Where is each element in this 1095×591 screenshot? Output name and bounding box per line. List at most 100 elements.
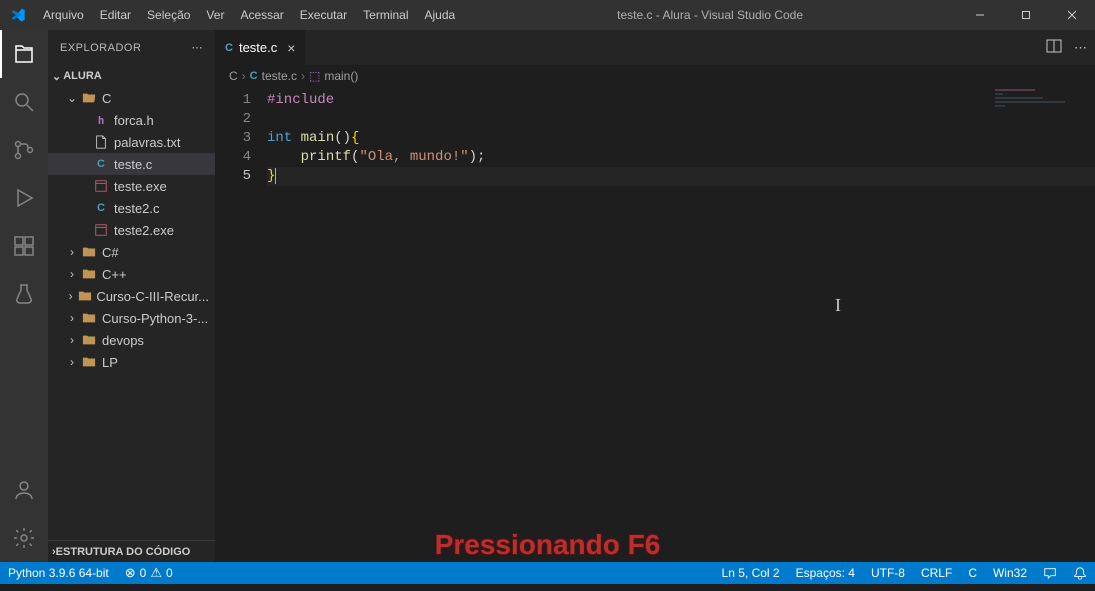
tree-file[interactable]: Cteste2.c [48, 197, 215, 219]
tab-teste-c[interactable]: C teste.c × [215, 30, 306, 65]
exe-file-icon [92, 223, 110, 237]
tree-item-label: devops [102, 333, 144, 348]
tree-item-label: teste2.exe [114, 223, 174, 238]
code-line[interactable]: #include [267, 91, 1095, 110]
activity-run-debug-icon[interactable] [0, 174, 48, 222]
explorer-label: EXPLORADOR [60, 42, 141, 54]
method-icon: ⬚ [309, 69, 320, 83]
text-file-icon [92, 135, 110, 149]
status-bar: Python 3.9.6 64-bit ⊗0 ⚠0 Ln 5, Col 2 Es… [0, 562, 1095, 584]
status-encoding[interactable]: UTF-8 [863, 562, 913, 584]
c-file-icon: C [250, 70, 258, 82]
minimap[interactable] [991, 87, 1081, 147]
status-python[interactable]: Python 3.9.6 64-bit [0, 562, 117, 584]
exe-file-icon [92, 179, 110, 193]
activity-bar [0, 30, 48, 562]
chevron-down-icon: ⌄ [52, 70, 61, 83]
activity-settings-icon[interactable] [0, 514, 48, 562]
code-line[interactable]: } [267, 167, 1095, 186]
vscode-icon [0, 7, 35, 23]
menu-ajuda[interactable]: Ajuda [417, 0, 464, 30]
status-feedback-icon[interactable] [1035, 562, 1065, 584]
more-actions-icon[interactable]: ⋯ [1074, 40, 1087, 56]
error-icon: ⊗ [125, 565, 136, 581]
split-editor-icon[interactable] [1046, 38, 1062, 57]
tree-item-label: teste.exe [114, 179, 167, 194]
tree-item-label: Curso-Python-3-... [102, 311, 208, 326]
status-notifications-icon[interactable] [1065, 562, 1095, 584]
tree-item-label: C++ [102, 267, 127, 282]
editor-body[interactable]: 12345 #include int main(){ printf("Ola, … [215, 87, 1095, 562]
menu-arquivo[interactable]: Arquivo [35, 0, 92, 30]
status-eol[interactable]: CRLF [913, 562, 960, 584]
status-language[interactable]: C [960, 562, 985, 584]
activity-source-control-icon[interactable] [0, 126, 48, 174]
c-file-icon: C [92, 158, 110, 170]
tree-folder[interactable]: ›devops [48, 329, 215, 351]
breadcrumb-file[interactable]: Cteste.c [250, 69, 297, 83]
code-content[interactable]: #include int main(){ printf("Ola, mundo!… [267, 87, 1095, 562]
status-problems[interactable]: ⊗0 ⚠0 [117, 562, 181, 584]
sidebar-more-icon[interactable]: ⋯ [192, 41, 204, 54]
tree-file[interactable]: hforca.h [48, 109, 215, 131]
status-cursor-position[interactable]: Ln 5, Col 2 [714, 562, 788, 584]
minimize-button[interactable] [957, 0, 1003, 30]
breadcrumbs[interactable]: C › Cteste.c › ⬚main() [215, 65, 1095, 87]
activity-testing-icon[interactable] [0, 270, 48, 318]
folder-open-icon [80, 91, 98, 105]
tree-folder[interactable]: ›C++ [48, 263, 215, 285]
tree-file[interactable]: teste2.exe [48, 219, 215, 241]
workspace-name: ALURA [63, 70, 102, 82]
code-line[interactable]: printf("Ola, mundo!"); [267, 148, 1095, 167]
tree-file[interactable]: Cteste.c [48, 153, 215, 175]
menu-acessar[interactable]: Acessar [232, 0, 291, 30]
window-controls [957, 0, 1095, 30]
tree-folder[interactable]: ›C# [48, 241, 215, 263]
tree-item-label: palavras.txt [114, 135, 180, 150]
folder-icon [80, 267, 98, 281]
code-line[interactable]: int main(){ [267, 129, 1095, 148]
code-line[interactable] [267, 110, 1095, 129]
tree-folder[interactable]: › Curso-Python-3-... [48, 307, 215, 329]
menu-executar[interactable]: Executar [292, 0, 355, 30]
tree-item-label: C [102, 91, 111, 106]
menu-bar: Arquivo Editar Seleção Ver Acessar Execu… [35, 0, 463, 30]
tree-item-label: LP [102, 355, 118, 370]
title-bar: Arquivo Editar Seleção Ver Acessar Execu… [0, 0, 1095, 30]
chevron-right-icon: › [64, 355, 80, 369]
tree-file[interactable]: palavras.txt [48, 131, 215, 153]
editor-group: C teste.c × ⋯ C › Cteste.c › ⬚main() 123… [215, 30, 1095, 562]
outline-header[interactable]: › ESTRUTURA DO CÓDIGO [48, 540, 215, 562]
menu-terminal[interactable]: Terminal [355, 0, 416, 30]
tabs-bar: C teste.c × ⋯ [215, 30, 1095, 65]
workspace-header[interactable]: ⌄ ALURA [48, 65, 215, 87]
tree-file[interactable]: teste.exe [48, 175, 215, 197]
tree-folder[interactable]: ⌄C [48, 87, 215, 109]
activity-explorer-icon[interactable] [0, 30, 48, 78]
breadcrumb-folder[interactable]: C [229, 69, 238, 83]
status-indentation[interactable]: Espaços: 4 [788, 562, 863, 584]
activity-accounts-icon[interactable] [0, 466, 48, 514]
window-title: teste.c - Alura - Visual Studio Code [463, 8, 957, 22]
tree-item-label: Curso-C-III-Recur... [96, 289, 209, 304]
tree-item-label: teste.c [114, 157, 152, 172]
close-tab-icon[interactable]: × [287, 40, 295, 56]
maximize-button[interactable] [1003, 0, 1049, 30]
tree-folder[interactable]: › LP [48, 351, 215, 373]
warning-icon: ⚠ [150, 565, 162, 581]
menu-editar[interactable]: Editar [92, 0, 139, 30]
sidebar-explorer: EXPLORADOR ⋯ ⌄ ALURA ⌄Chforca.hpalavras.… [48, 30, 215, 562]
breadcrumb-symbol[interactable]: ⬚main() [309, 69, 358, 83]
close-button[interactable] [1049, 0, 1095, 30]
status-platform[interactable]: Win32 [985, 562, 1035, 584]
h-file-icon: h [92, 114, 110, 127]
tree-item-label: C# [102, 245, 119, 260]
activity-extensions-icon[interactable] [0, 222, 48, 270]
tree-folder[interactable]: ›Curso-C-III-Recur... [48, 285, 215, 307]
folder-icon [80, 311, 98, 325]
chevron-right-icon: › [64, 311, 80, 325]
menu-selecao[interactable]: Seleção [139, 0, 198, 30]
sidebar-title: EXPLORADOR ⋯ [48, 30, 215, 65]
menu-ver[interactable]: Ver [198, 0, 232, 30]
activity-search-icon[interactable] [0, 78, 48, 126]
